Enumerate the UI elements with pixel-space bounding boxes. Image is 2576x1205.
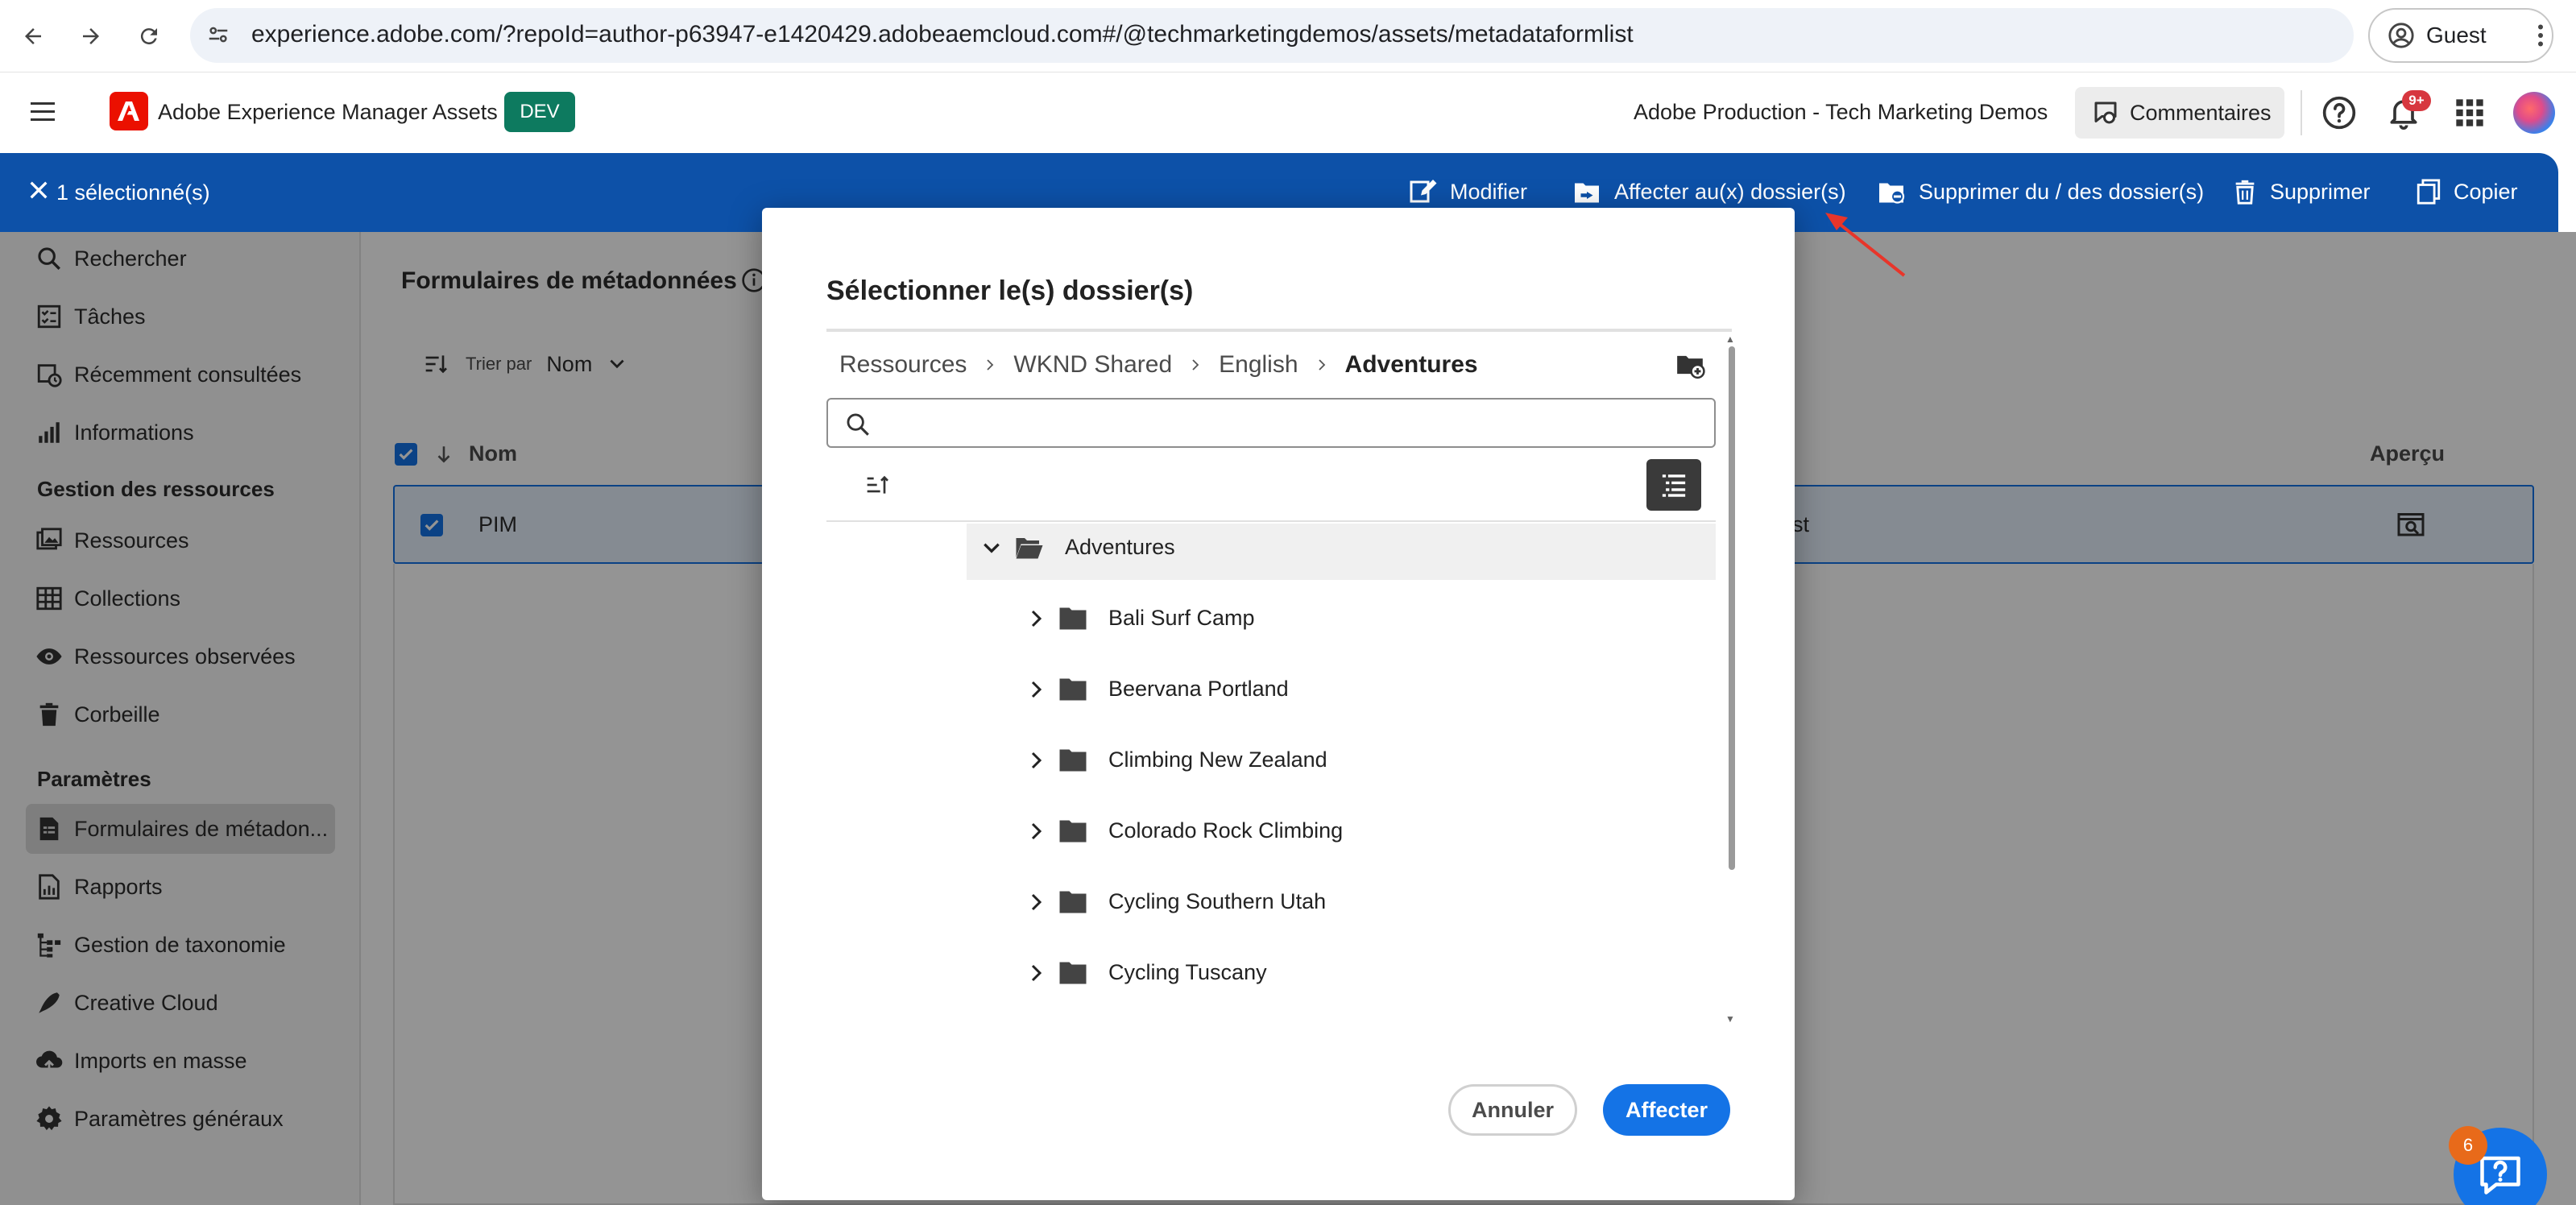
user-avatar[interactable]	[2513, 92, 2555, 134]
chevron-right-icon[interactable]	[1026, 750, 1046, 771]
search-icon	[844, 411, 872, 442]
remove-folder-icon	[1879, 183, 1905, 204]
folder-label: Colorado Rock Climbing	[1108, 818, 1344, 843]
folder-search-input[interactable]	[826, 398, 1716, 448]
action-label: Copier	[2454, 179, 2518, 204]
breadcrumb-item-english[interactable]: English	[1219, 351, 1298, 379]
assign-button[interactable]: Affecter	[1603, 1084, 1730, 1136]
folder-icon	[1059, 678, 1087, 700]
edit-button[interactable]: Modifier	[1408, 177, 1527, 206]
edit-icon	[1410, 180, 1437, 203]
action-label: Supprimer du / des dossier(s)	[1919, 179, 2205, 204]
app-name: Adobe Experience Manager Assets	[158, 100, 498, 124]
tree-list-icon	[1662, 474, 1686, 497]
help-chat-icon	[2480, 1156, 2520, 1195]
notifications-badge: 9+	[2402, 90, 2431, 111]
action-label: Modifier	[1450, 179, 1528, 204]
browser-menu-icon[interactable]	[2526, 19, 2555, 56]
chevron-right-icon[interactable]	[1026, 608, 1046, 629]
remove-from-folder-button[interactable]: Supprimer du / des dossier(s)	[1875, 177, 2204, 206]
tree-folder-item[interactable]: Colorado Rock Climbing	[1026, 818, 1343, 843]
adobe-logo[interactable]	[110, 92, 148, 130]
app-header: Adobe Experience Manager Assets DEV Adob…	[0, 72, 2576, 153]
profile-label: Guest	[2426, 23, 2487, 48]
trash-icon	[2235, 180, 2255, 205]
folder-icon	[1059, 607, 1087, 629]
chevron-right-icon[interactable]	[1026, 963, 1046, 983]
environment-badge: DEV	[504, 92, 575, 132]
sort-ascending-icon[interactable]	[863, 472, 892, 502]
breadcrumb-item-current: Adventures	[1344, 351, 1478, 378]
folder-open-icon	[1016, 537, 1043, 558]
help-icon[interactable]	[2321, 95, 2357, 135]
url-text[interactable]: experience.adobe.com/?repoId=author-p639…	[251, 21, 1634, 48]
reload-icon[interactable]	[130, 18, 168, 55]
tree-folder-item[interactable]: Bali Surf Camp	[1026, 606, 1255, 631]
dialog-divider	[826, 329, 1732, 332]
delete-button[interactable]: Supprimer	[2231, 177, 2371, 206]
select-folders-dialog: Sélectionner le(s) dossier(s) Ressources…	[762, 208, 1795, 1200]
back-icon[interactable]	[14, 18, 52, 55]
profile-icon	[2388, 23, 2414, 48]
breadcrumb-item-resources[interactable]: Ressources	[839, 351, 967, 379]
close-selection-icon[interactable]	[27, 179, 50, 205]
tree-root-item[interactable]: Adventures	[981, 535, 1175, 560]
assign-to-folder-button[interactable]: Affecter au(x) dossier(s)	[1571, 177, 1846, 206]
tree-divider	[826, 520, 1716, 522]
help-notification-count: 6	[2449, 1126, 2487, 1165]
folder-label: Climbing New Zealand	[1108, 747, 1327, 772]
comments-label: Commentaires	[2130, 100, 2272, 125]
selection-count: 1 sélectionné(s)	[56, 180, 210, 205]
chevron-right-icon[interactable]	[1026, 679, 1046, 700]
chevron-right-icon[interactable]	[1026, 821, 1046, 842]
new-folder-icon[interactable]	[1674, 350, 1706, 384]
folder-icon	[1059, 820, 1087, 842]
chevron-right-icon	[987, 359, 994, 371]
breadcrumb: Ressources WKND Shared English Adventure…	[839, 351, 1478, 379]
annotation-arrow	[1825, 213, 1906, 277]
tree-folder-item[interactable]: Beervana Portland	[1026, 677, 1289, 702]
header-divider	[2301, 90, 2302, 135]
folder-label: Cycling Southern Utah	[1108, 889, 1327, 913]
forward-icon[interactable]	[72, 18, 110, 55]
cancel-button[interactable]: Annuler	[1448, 1084, 1577, 1136]
app-switcher-icon[interactable]	[2454, 97, 2486, 133]
folder-icon	[1059, 962, 1087, 983]
hamburger-menu-icon[interactable]	[29, 100, 58, 128]
scroll-up-arrow[interactable]: ▲	[1725, 333, 1735, 345]
dialog-title: Sélectionner le(s) dossier(s)	[826, 275, 1194, 306]
tree-scrollbar[interactable]	[1729, 346, 1735, 870]
list-view-toggle[interactable]	[1646, 459, 1701, 511]
action-label: Supprimer	[2270, 179, 2371, 204]
folder-label: Beervana Portland	[1108, 677, 1289, 701]
assign-folder-icon	[1575, 183, 1599, 203]
comments-button[interactable]: Commentaires	[2075, 87, 2284, 139]
folder-icon	[1059, 891, 1087, 913]
chevron-right-icon[interactable]	[1026, 892, 1046, 913]
browser-toolbar: experience.adobe.com/?repoId=author-p639…	[0, 0, 2576, 72]
site-settings-icon[interactable]	[206, 23, 230, 51]
folder-icon	[1059, 749, 1087, 771]
tree-folder-item[interactable]: Climbing New Zealand	[1026, 747, 1327, 772]
chevron-right-icon	[1192, 359, 1199, 371]
chevron-right-icon	[1318, 359, 1325, 371]
chevron-down-icon[interactable]	[981, 537, 1002, 558]
folder-label: Cycling Tuscany	[1108, 960, 1267, 984]
folder-label: Bali Surf Camp	[1108, 606, 1255, 630]
address-bar[interactable]: experience.adobe.com/?repoId=author-p639…	[190, 8, 2354, 63]
scroll-down-arrow[interactable]: ▼	[1725, 1013, 1735, 1025]
org-switcher[interactable]: Adobe Production - Tech Marketing Demos	[1634, 100, 2048, 125]
tree-folder-item[interactable]: Cycling Tuscany	[1026, 960, 1267, 985]
action-label: Affecter au(x) dossier(s)	[1614, 179, 1846, 204]
tree-root-label: Adventures	[1065, 535, 1175, 559]
copy-icon	[2417, 179, 2441, 205]
copy-button[interactable]: Copier	[2415, 177, 2518, 206]
tree-folder-item[interactable]: Cycling Southern Utah	[1026, 889, 1326, 914]
breadcrumb-item-wknd-shared[interactable]: WKND Shared	[1013, 351, 1172, 379]
comments-icon	[2094, 101, 2117, 124]
